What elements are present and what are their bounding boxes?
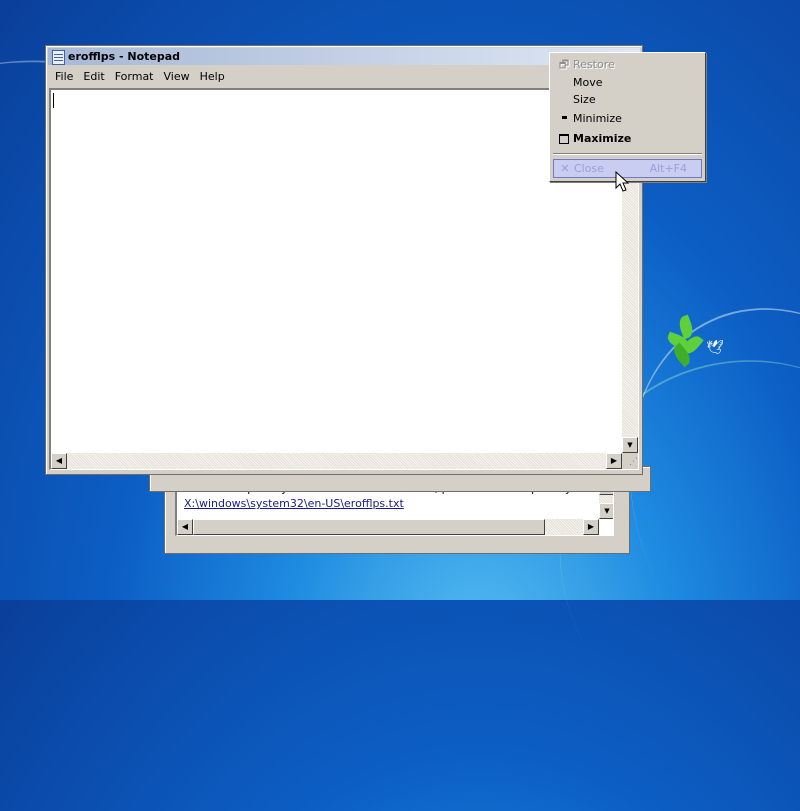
bird-icon: 🕊: [706, 340, 724, 356]
mouse-pointer-icon: [615, 171, 630, 192]
menu-item-maximize[interactable]: Maximize: [553, 130, 702, 148]
menu-item-restore[interactable]: 🗗 Restore: [553, 56, 702, 74]
notepad-scroll-down-button[interactable]: ▼: [622, 437, 638, 453]
menu-item-maximize-label: Maximize: [573, 132, 632, 145]
menu-item-move-label: Move: [573, 76, 603, 89]
menu-item-size[interactable]: Size: [553, 91, 702, 109]
notepad-menu-bar: File Edit Format View Help: [50, 68, 230, 86]
notepad-scroll-left-button[interactable]: ◀: [51, 453, 67, 469]
menu-edit[interactable]: Edit: [78, 68, 109, 86]
horizontal-scroll-thumb[interactable]: [193, 519, 545, 535]
menu-item-restore-label: Restore: [573, 58, 615, 71]
menu-item-move[interactable]: Move: [553, 74, 702, 92]
resize-grip-icon[interactable]: ⋰: [622, 453, 638, 469]
scroll-right-button[interactable]: ▶: [583, 519, 599, 535]
close-icon: ✕: [560, 162, 570, 175]
menu-item-minimize[interactable]: Minimize: [553, 110, 702, 128]
privacy-statement-link[interactable]: X:\windows\system32\en-US\erofflps.txt: [184, 497, 404, 510]
menu-separator: [553, 153, 702, 155]
message-horizontal-scrollbar[interactable]: ◀ ▶: [177, 519, 599, 535]
menu-item-close-label: Close: [574, 162, 604, 175]
menu-file[interactable]: File: [50, 68, 78, 86]
scroll-left-button[interactable]: ◀: [177, 519, 193, 535]
menu-item-size-label: Size: [573, 93, 596, 106]
window-system-menu: 🗗 Restore Move Size Minimize Maximize ✕ …: [549, 52, 706, 182]
menu-help[interactable]: Help: [195, 68, 230, 86]
menu-view[interactable]: View: [159, 68, 195, 86]
notepad-title-text: erofflps - Notepad: [68, 50, 181, 63]
menu-item-close-shortcut: Alt+F4: [649, 162, 687, 175]
scroll-down-button[interactable]: ▼: [599, 503, 613, 519]
text-caret: [53, 93, 54, 108]
menu-format[interactable]: Format: [110, 68, 159, 86]
maximize-icon: [557, 130, 571, 148]
restore-icon: 🗗: [558, 58, 570, 71]
menu-item-minimize-label: Minimize: [573, 112, 622, 125]
notepad-scroll-right-button[interactable]: ▶: [606, 453, 622, 469]
notepad-app-icon[interactable]: [52, 50, 65, 65]
minimize-icon: [557, 116, 571, 119]
notepad-horizontal-scrollbar[interactable]: ◀ ▶: [51, 453, 622, 469]
